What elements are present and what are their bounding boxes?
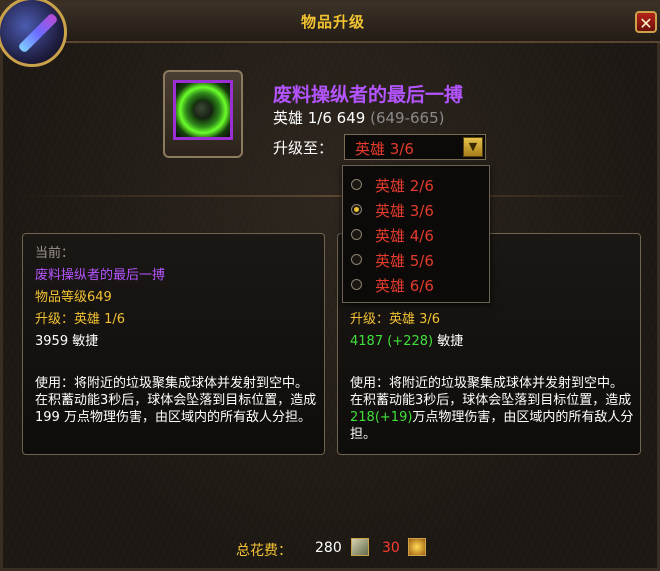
upgraded-upgrade-level: 升级：英雄 3/6 — [350, 312, 441, 327]
current-heading: 当前： — [35, 246, 75, 261]
option-label: 英雄 4/6 — [375, 227, 434, 245]
flightstone-currency-icon — [408, 538, 426, 556]
item-upgrade-window: 物品升级 ✕ 废料操纵者的最后一搏 英雄 1/6 649 (649-665) 升… — [0, 0, 660, 571]
upgraded-description-part1: 使用：将附近的垃圾聚集成球体并发射到空中。在积蓄动能3秒后，球体会坠落到目标位置… — [350, 376, 632, 408]
option-label: 英雄 3/6 — [375, 202, 434, 220]
current-upgrade-level: 升级：英雄 1/6 — [35, 312, 126, 327]
upgraded-damage-value: 218 — [350, 410, 375, 425]
selected-upgrade-level: 英雄 3/6 — [355, 140, 414, 158]
upgraded-stat: 4187 (+228) 敏捷 — [350, 330, 463, 349]
crest-currency-icon — [351, 538, 369, 556]
radio-icon — [351, 229, 362, 240]
title-bar: 物品升级 ✕ — [3, 3, 660, 43]
upgraded-stat-name: 敏捷 — [437, 334, 464, 349]
current-item-name: 废料操纵者的最后一搏 — [35, 268, 166, 283]
current-stat: 3959 敏捷 — [35, 334, 99, 349]
upgraded-damage-delta: (+19) — [374, 410, 413, 425]
menu-option-6[interactable]: 英雄 6/6 — [351, 274, 481, 296]
upgraded-stat-value: 4187 — [350, 334, 384, 349]
total-cost-label: 总花费： — [236, 543, 292, 559]
divider — [18, 195, 642, 197]
option-label: 英雄 2/6 — [375, 177, 434, 195]
current-item-level: 物品等级649 — [35, 290, 112, 305]
item-rank: 英雄 1/6 649 (649-665) — [273, 107, 444, 128]
item-icon — [173, 80, 233, 140]
radio-selected-icon — [351, 204, 362, 215]
current-item-panel: 当前： 废料操纵者的最后一搏 物品等级649 升级：英雄 1/6 3959 敏捷… — [22, 233, 325, 455]
radio-icon — [351, 279, 362, 290]
item-name: 废料操纵者的最后一搏 — [273, 84, 464, 106]
item-level-range: (649-665) — [370, 109, 445, 127]
dropdown-arrow-icon[interactable]: ▼ — [463, 137, 483, 157]
cost-footer: 总花费： 280 30 — [3, 528, 657, 568]
portrait-icon — [0, 0, 67, 67]
radio-icon — [351, 254, 362, 265]
window-title: 物品升级 — [300, 13, 365, 31]
upgraded-stat-delta: (+228) — [387, 334, 434, 349]
menu-option-3[interactable]: 英雄 3/6 — [351, 199, 481, 221]
upgrade-level-menu: 英雄 2/6 英雄 3/6 英雄 4/6 英雄 5/6 英雄 6/6 — [342, 165, 490, 303]
menu-option-2[interactable]: 英雄 2/6 — [351, 174, 481, 196]
item-rank-text: 英雄 1/6 649 — [273, 109, 366, 127]
crest-cost-amount: 280 — [315, 540, 342, 556]
current-description: 使用：将附近的垃圾聚集成球体并发射到空中。在积蓄动能3秒后，球体会坠落到目标位置… — [35, 376, 317, 425]
upgrade-to-label: 升级至： — [273, 139, 334, 157]
option-label: 英雄 5/6 — [375, 252, 434, 270]
close-button[interactable]: ✕ — [635, 11, 657, 33]
option-label: 英雄 6/6 — [375, 277, 434, 295]
menu-option-5[interactable]: 英雄 5/6 — [351, 249, 481, 271]
upgraded-description: 使用：将附近的垃圾聚集成球体并发射到空中。在积蓄动能3秒后，球体会坠落到目标位置… — [350, 375, 634, 443]
upgrade-level-dropdown[interactable]: 英雄 3/6 ▼ — [344, 134, 486, 160]
flightstone-cost-amount: 30 — [382, 540, 400, 556]
radio-icon — [351, 179, 362, 190]
menu-option-4[interactable]: 英雄 4/6 — [351, 224, 481, 246]
item-slot[interactable] — [163, 70, 243, 158]
